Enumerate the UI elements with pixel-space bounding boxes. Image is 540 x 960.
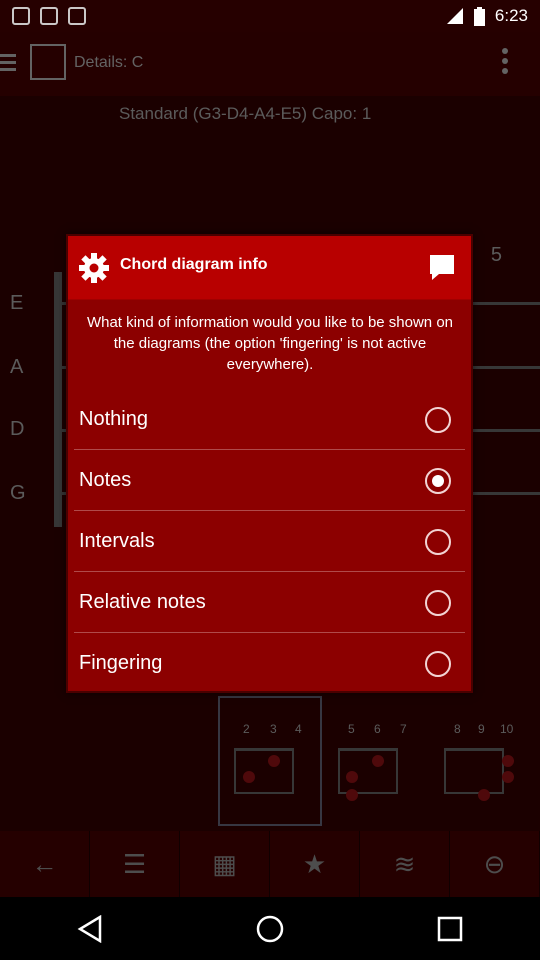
notification-icon <box>40 7 58 25</box>
option-label: Intervals <box>79 530 155 552</box>
dialog-title: Chord diagram info <box>120 256 268 273</box>
notification-icon <box>12 7 30 25</box>
system-nav-bar <box>0 897 540 960</box>
signal-icon <box>446 8 463 24</box>
dialog-prompt: What kind of information would you like … <box>86 314 454 373</box>
option-label: Relative notes <box>79 591 206 613</box>
clock: 6:23 <box>494 6 528 25</box>
option-label: Notes <box>79 469 132 491</box>
dialog-body: What kind of information would you like … <box>68 300 471 691</box>
option-intervals[interactable]: Intervals <box>74 512 465 572</box>
status-bar: 6:23 <box>0 0 540 32</box>
gear-icon <box>79 253 109 283</box>
screen: 6:23 Details: C Standard (G3-D4-A4-E5) C… <box>0 0 540 960</box>
dialog-header: Chord diagram info <box>68 236 471 299</box>
radio-button[interactable] <box>425 529 451 555</box>
radio-button[interactable] <box>425 590 451 616</box>
battery-icon <box>473 6 485 26</box>
radio-button[interactable] <box>425 651 451 677</box>
radio-button[interactable] <box>425 407 451 433</box>
option-fingering[interactable]: Fingering <box>74 634 465 694</box>
option-label: Fingering <box>79 652 163 674</box>
recents-icon[interactable] <box>430 909 470 949</box>
back-icon[interactable] <box>70 909 110 949</box>
notification-icon <box>68 7 86 25</box>
option-label: Nothing <box>79 408 148 430</box>
option-notes[interactable]: Notes <box>74 451 465 511</box>
home-icon[interactable] <box>250 909 290 949</box>
option-relative-notes[interactable]: Relative notes <box>74 573 465 633</box>
chat-bubble-icon[interactable] <box>427 252 457 282</box>
option-nothing[interactable]: Nothing <box>74 390 465 450</box>
chord-diagram-info-dialog: Chord diagram info What kind of informat… <box>66 234 473 693</box>
radio-button-selected[interactable] <box>425 468 451 494</box>
